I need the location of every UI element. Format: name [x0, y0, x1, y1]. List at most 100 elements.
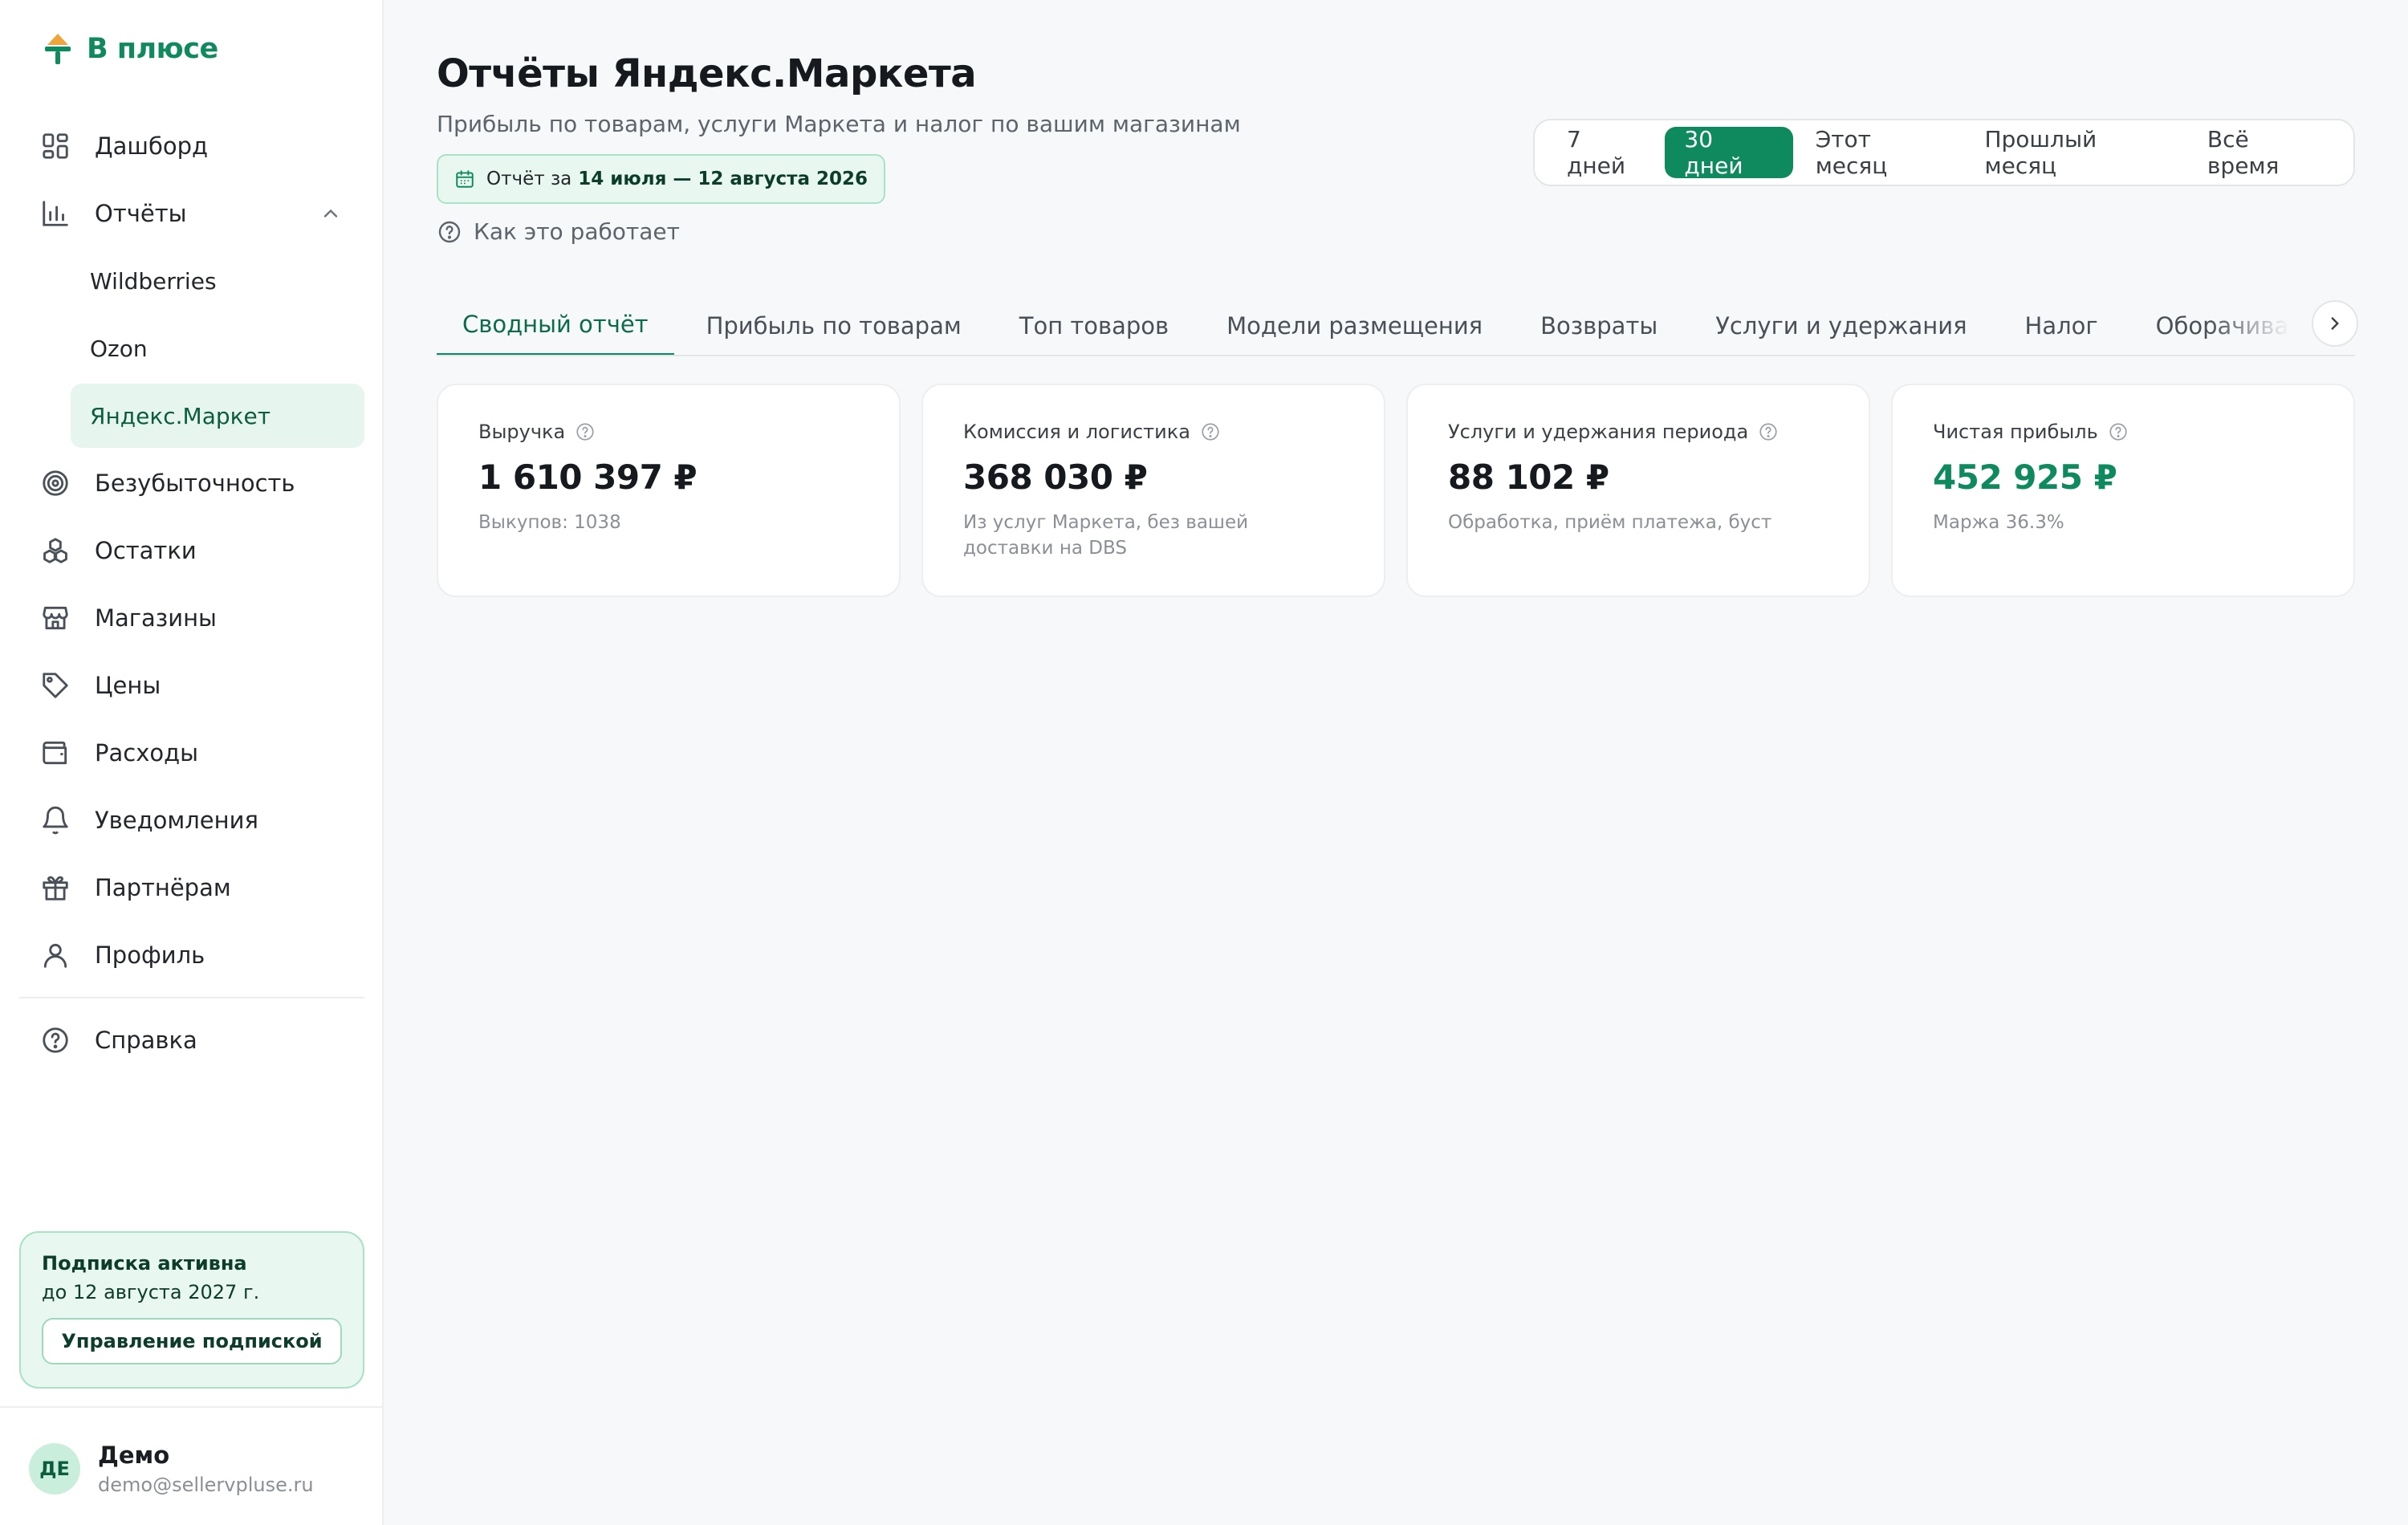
avatar: ДЕ [29, 1443, 80, 1494]
chevron-up-icon[interactable] [319, 202, 342, 225]
tab-returns[interactable]: Возвраты [1515, 295, 1683, 355]
brand-name: В плюсе [87, 33, 218, 65]
period-30-days[interactable]: 30 дней [1665, 126, 1793, 179]
brand-logo[interactable]: В плюсе [42, 31, 218, 67]
tabs-scroll-next-button[interactable] [2312, 300, 2358, 347]
sidebar-item-notifications[interactable]: Уведомления [19, 788, 364, 852]
sidebar-subitem-wildberries[interactable]: Wildberries [19, 249, 364, 313]
date-prefix: Отчёт за [486, 169, 572, 189]
manage-subscription-button[interactable]: Управление подпиской [42, 1318, 342, 1364]
card-revenue: Выручка 1 610 397 ₽ Выкупов: 1038 [437, 384, 901, 597]
period-this-month[interactable]: Этот месяц [1796, 126, 1963, 179]
sidebar-item-dashboard[interactable]: Дашборд [19, 114, 364, 178]
card-commission-logistics: Комиссия и логистика 368 030 ₽ Из услуг … [921, 384, 1385, 597]
chart-bars-icon [39, 197, 72, 230]
target-icon [39, 466, 72, 500]
sidebar-item-label: Безубыточность [95, 470, 295, 497]
sidebar-item-label: Отчёты [95, 200, 187, 227]
card-note: Выкупов: 1038 [478, 512, 621, 533]
how-it-works-link[interactable]: Как это работает [437, 218, 680, 245]
card-services-deductions: Услуги и удержания периода 88 102 ₽ Обра… [1406, 384, 1870, 597]
help-icon [39, 1023, 72, 1057]
sidebar-item-label: Справка [95, 1027, 197, 1054]
sidebar-item-label: Дашборд [95, 132, 209, 160]
how-it-works-label: Как это работает [474, 218, 680, 245]
sidebar-item-profile[interactable]: Профиль [19, 923, 364, 987]
sidebar-item-label: Профиль [95, 941, 205, 969]
sidebar-item-label: Цены [95, 672, 161, 699]
tab-product-profit[interactable]: Прибыль по товарам [681, 295, 987, 355]
card-note: Маржа 36.3% [1933, 512, 2064, 533]
user-meta: Демо demo@sellervpluse.ru [98, 1442, 314, 1496]
dashboard-icon [39, 129, 72, 163]
sidebar-item-prices[interactable]: Цены [19, 653, 364, 718]
help-icon [438, 221, 461, 242]
tab-top-products[interactable]: Топ товаров [994, 295, 1194, 355]
card-label-text: Выручка [478, 421, 566, 443]
card-label-text: Услуги и удержания периода [1448, 421, 1749, 443]
wallet-icon [39, 736, 72, 770]
sidebar-nav: Дашборд Отчёты Wildberries Ozon Яндекс.М… [19, 114, 364, 1076]
card-value: 1 610 397 ₽ [478, 458, 698, 497]
tab-services-deductions[interactable]: Услуги и удержания [1690, 295, 1992, 355]
tab-summary[interactable]: Сводный отчёт [437, 295, 674, 355]
card-label: Комиссия и логистика [963, 421, 1344, 443]
sidebar-item-label: Партнёрам [95, 874, 231, 901]
card-label: Выручка [478, 421, 859, 443]
card-net-profit: Чистая прибыль 452 925 ₽ Маржа 36.3% [1891, 384, 2355, 597]
page-title: Отчёты Яндекс.Маркета [437, 51, 977, 96]
store-icon [39, 601, 72, 635]
card-label: Чистая прибыль [1933, 421, 2313, 443]
boxes-icon [39, 534, 72, 567]
page-subtitle: Прибыль по товарам, услуги Маркета и нал… [437, 111, 1241, 137]
report-tabs: Сводный отчёт Прибыль по товарам Топ тов… [437, 295, 2355, 356]
sidebar-item-stores[interactable]: Магазины [19, 586, 364, 650]
logo-icon [45, 34, 71, 64]
help-icon[interactable] [1200, 421, 1221, 442]
sidebar-item-partners[interactable]: Партнёрам [19, 856, 364, 920]
chevron-right-icon [2331, 317, 2339, 330]
sidebar-item-label: Магазины [95, 604, 217, 632]
help-icon[interactable] [1758, 421, 1779, 442]
help-icon[interactable] [2108, 421, 2129, 442]
bell-icon [39, 803, 72, 837]
sidebar-item-label: Уведомления [95, 807, 258, 834]
sidebar-item-reports[interactable]: Отчёты [19, 181, 364, 246]
sidebar-subitem-ozon[interactable]: Ozon [19, 316, 364, 380]
calendar-icon [456, 170, 474, 188]
sidebar-item-stock[interactable]: Остатки [19, 518, 364, 583]
tab-tax[interactable]: Налог [1999, 295, 2124, 355]
period-7-days[interactable]: 7 дней [1548, 126, 1662, 179]
card-value: 368 030 ₽ [963, 458, 1148, 497]
card-note: Обработка, приём платежа, буст [1448, 512, 1772, 533]
card-label-text: Комиссия и логистика [963, 421, 1190, 443]
user-panel[interactable]: ДЕ Демо demo@sellervpluse.ru [29, 1442, 314, 1496]
sidebar-subitem-yandex-market[interactable]: Яндекс.Маркет [71, 384, 364, 448]
subscription-until: до 12 августа 2027 г. [42, 1281, 260, 1303]
subscription-status: Подписка активна [42, 1252, 247, 1275]
period-last-month[interactable]: Прошлый месяц [1965, 126, 2184, 179]
help-icon[interactable] [575, 421, 596, 442]
user-name: Демо [98, 1442, 170, 1469]
subscription-card: Подписка активна до 12 августа 2027 г. У… [19, 1231, 364, 1389]
card-label: Услуги и удержания периода [1448, 421, 1828, 443]
report-date-badge: Отчёт за 14 июля — 12 августа 2026 [437, 154, 886, 204]
sidebar-item-label: Расходы [95, 739, 199, 767]
period-selector: 7 дней 30 дней Этот месяц Прошлый месяц … [1533, 119, 2355, 186]
sidebar-item-breakeven[interactable]: Безубыточность [19, 451, 364, 515]
sidebar-item-expenses[interactable]: Расходы [19, 721, 364, 785]
period-all-time[interactable]: Всё время [2188, 126, 2341, 179]
main-content: Отчёты Яндекс.Маркета Прибыль по товарам… [384, 0, 2408, 1525]
gift-icon [39, 871, 72, 905]
tag-icon [39, 669, 72, 702]
date-range: 14 июля — 12 августа 2026 [578, 169, 868, 189]
card-label-text: Чистая прибыль [1933, 421, 2098, 443]
sidebar: В плюсе Дашборд Отчёты Wildberries Ozon … [0, 0, 384, 1525]
sidebar-divider [19, 997, 364, 998]
user-email: demo@sellervpluse.ru [98, 1474, 314, 1496]
sidebar-item-label: Остатки [95, 537, 197, 564]
sidebar-item-help[interactable]: Справка [19, 1008, 364, 1072]
summary-cards: Выручка 1 610 397 ₽ Выкупов: 1038 Комисс… [437, 384, 2355, 597]
card-value: 88 102 ₽ [1448, 458, 1609, 497]
tab-placement-models[interactable]: Модели размещения [1201, 295, 1508, 355]
